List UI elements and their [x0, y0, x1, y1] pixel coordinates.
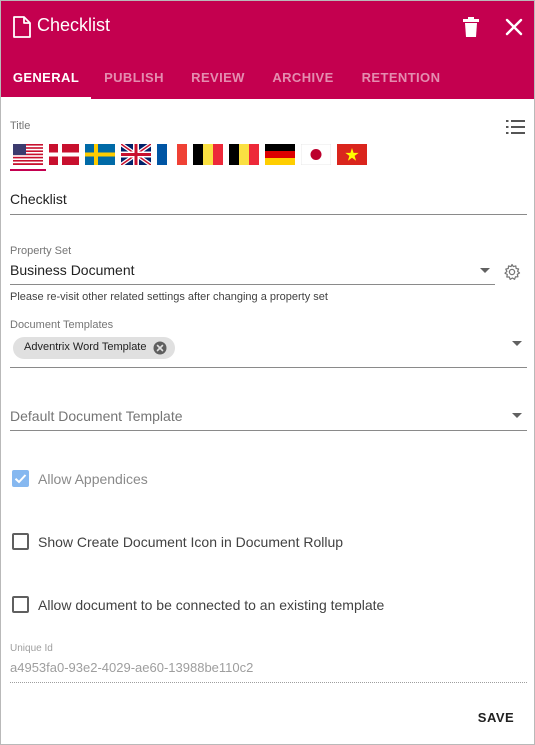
dialog-header: Checklist GENERAL PUBLISH REVIEW ARCHIVE…	[1, 1, 534, 99]
germany-flag-icon[interactable]	[265, 144, 295, 165]
unique-id-underline	[10, 682, 527, 683]
belgium-flag-icon[interactable]	[193, 144, 223, 165]
tab-archive[interactable]: ARCHIVE	[263, 57, 343, 99]
allow-appendices-checkbox[interactable]	[12, 470, 29, 487]
title-input[interactable]: Checklist	[10, 191, 67, 207]
gear-icon[interactable]	[503, 263, 521, 281]
japan-flag-icon[interactable]	[301, 144, 331, 165]
checklist-dialog: Checklist GENERAL PUBLISH REVIEW ARCHIVE…	[0, 0, 535, 745]
default-template-underline	[10, 430, 527, 431]
property-set-label: Property Set	[10, 245, 72, 257]
tab-publish[interactable]: PUBLISH	[95, 57, 173, 99]
template-chip[interactable]: Adventrix Word Template	[13, 337, 175, 359]
save-button[interactable]: SAVE	[470, 704, 522, 732]
belgium-flag-icon[interactable]	[229, 144, 259, 165]
unique-id-label: Unique Id	[10, 643, 53, 654]
tab-review[interactable]: REVIEW	[181, 57, 255, 99]
title-label: Title	[10, 120, 31, 132]
chevron-down-icon[interactable]	[512, 341, 522, 346]
allow-connect-template-checkbox[interactable]	[12, 596, 29, 613]
default-template-select[interactable]: Default Document Template	[10, 408, 183, 424]
property-set-hint: Please re-visit other related settings a…	[10, 291, 328, 303]
document-templates-underline	[10, 367, 527, 368]
allow-appendices-label[interactable]: Allow Appendices	[38, 471, 148, 487]
template-chip-label: Adventrix Word Template	[24, 341, 147, 353]
trash-icon[interactable]	[462, 16, 480, 38]
show-create-document-icon-checkbox[interactable]	[12, 533, 29, 550]
tab-bar: GENERAL PUBLISH REVIEW ARCHIVE RETENTION	[1, 57, 534, 99]
title-input-underline	[10, 214, 527, 215]
list-icon[interactable]	[506, 119, 525, 135]
property-set-select[interactable]: Business Document	[10, 262, 135, 278]
chevron-down-icon[interactable]	[480, 268, 490, 273]
unique-id-value: a4953fa0-93e2-4029-ae60-13988be110c2	[10, 660, 254, 675]
denmark-flag-icon[interactable]	[49, 144, 79, 165]
france-flag-icon[interactable]	[157, 144, 187, 165]
uk-flag-icon[interactable]	[121, 144, 151, 165]
us-flag-icon[interactable]	[13, 144, 43, 165]
sweden-flag-icon[interactable]	[85, 144, 115, 165]
tab-retention[interactable]: RETENTION	[353, 57, 449, 99]
remove-chip-icon[interactable]	[153, 341, 167, 355]
dialog-title: Checklist	[37, 15, 111, 35]
show-create-document-icon-label[interactable]: Show Create Document Icon in Document Ro…	[38, 534, 343, 550]
property-set-underline	[10, 284, 495, 285]
vietnam-flag-icon[interactable]	[337, 144, 367, 165]
document-templates-label: Document Templates	[10, 319, 114, 331]
tab-general[interactable]: GENERAL	[1, 57, 91, 99]
close-icon[interactable]	[504, 17, 524, 37]
allow-connect-template-label[interactable]: Allow document to be connected to an exi…	[38, 597, 384, 613]
selected-flag-indicator	[10, 169, 46, 171]
chevron-down-icon[interactable]	[512, 413, 522, 418]
document-icon	[12, 16, 32, 38]
